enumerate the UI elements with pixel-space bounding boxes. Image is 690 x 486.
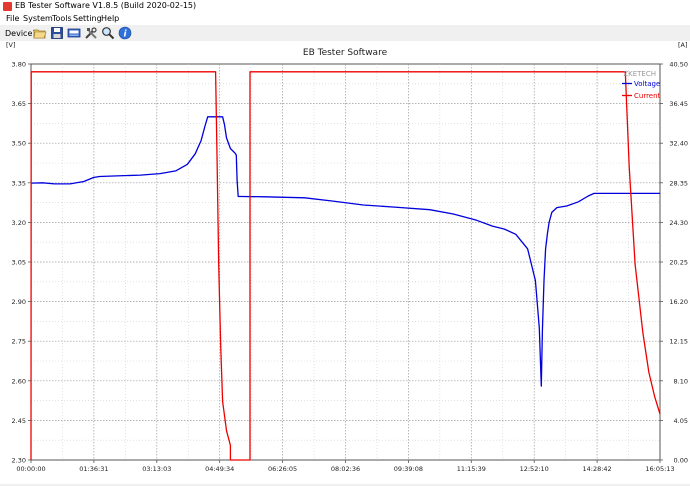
chart-title: EB Tester Software xyxy=(303,48,388,58)
legend-label-voltage: Voltage xyxy=(634,80,660,88)
y-left-tick-label: 3.35 xyxy=(12,179,26,187)
y-left-tick-label: 2.30 xyxy=(12,457,26,465)
y-left-tick-label: 3.50 xyxy=(12,140,26,148)
right-axis-unit: [A] xyxy=(678,41,688,49)
legend-label-current: Current xyxy=(634,92,661,100)
menu-file[interactable]: File xyxy=(6,14,19,23)
menu-tools[interactable]: Tools xyxy=(52,14,72,23)
y-right-tick-label: 20.25 xyxy=(669,259,688,267)
y-left-tick-label: 2.90 xyxy=(12,298,26,306)
y-left-tick-label: 3.80 xyxy=(12,61,26,69)
y-right-tick-label: 24.30 xyxy=(669,219,688,227)
watermark: ZKETECH xyxy=(623,70,656,78)
y-left-tick-label: 3.05 xyxy=(12,259,26,267)
y-right-tick-label: 40.50 xyxy=(669,61,688,69)
x-tick-label: 03:13:03 xyxy=(142,465,171,473)
x-tick-label: 16:05:13 xyxy=(645,465,674,473)
x-tick-label: 12:52:10 xyxy=(520,465,549,473)
y-left-tick-label: 3.65 xyxy=(12,100,26,108)
meter-icon[interactable] xyxy=(67,26,81,40)
x-tick-label: 14:28:42 xyxy=(582,465,611,473)
title-bar: EB Tester Software V1.8.5 (Build 2020-02… xyxy=(0,0,690,13)
y-left-tick-label: 2.60 xyxy=(12,377,26,385)
open-folder-icon[interactable] xyxy=(33,26,47,40)
y-left-tick-label: 2.75 xyxy=(12,338,26,346)
y-right-tick-label: 8.10 xyxy=(674,377,688,385)
x-tick-label: 09:39:08 xyxy=(394,465,423,473)
app-icon xyxy=(3,2,12,11)
x-tick-label: 08:02:36 xyxy=(331,465,360,473)
x-tick-label: 00:00:00 xyxy=(16,465,45,473)
x-tick-label: 11:15:39 xyxy=(457,465,486,473)
chart: EB Tester Software [V] [A] 3.80 3.65 3.50 3… xyxy=(0,41,690,484)
y-right-tick-label: 32.40 xyxy=(669,140,688,148)
menu-help[interactable]: Help xyxy=(101,14,119,23)
search-icon[interactable] xyxy=(101,26,115,40)
y-right-tick-label: 4.05 xyxy=(674,417,688,425)
menu-setting[interactable]: Setting xyxy=(73,14,102,23)
x-tick-label: 06:26:05 xyxy=(268,465,297,473)
y-right-tick-label: 36.45 xyxy=(669,100,688,108)
y-left-tick-label: 3.20 xyxy=(12,219,26,227)
x-tick-label: 01:36:31 xyxy=(79,465,108,473)
chart-area: EB Tester Software [V] [A] 3.80 3.65 3.50 3… xyxy=(0,41,690,484)
info-icon[interactable]: i xyxy=(118,26,132,40)
menu-bar: File System Tools Setting Help xyxy=(0,13,690,25)
y-left-tick-label: 2.45 xyxy=(12,417,26,425)
left-axis-unit: [V] xyxy=(6,41,16,49)
tools-icon[interactable] xyxy=(84,26,98,40)
y-right-tick-label: 16.20 xyxy=(669,298,688,306)
y-right-tick-label: 0.00 xyxy=(674,457,688,465)
save-icon[interactable] xyxy=(50,26,64,40)
y-right-tick-label: 12.15 xyxy=(669,338,688,346)
window-title: EB Tester Software V1.8.5 (Build 2020-02… xyxy=(15,1,197,10)
toolbar: Device1 i xyxy=(0,25,690,42)
x-tick-label: 04:49:34 xyxy=(205,465,234,473)
menu-system[interactable]: System xyxy=(23,14,53,23)
y-right-tick-label: 28.35 xyxy=(669,179,688,187)
